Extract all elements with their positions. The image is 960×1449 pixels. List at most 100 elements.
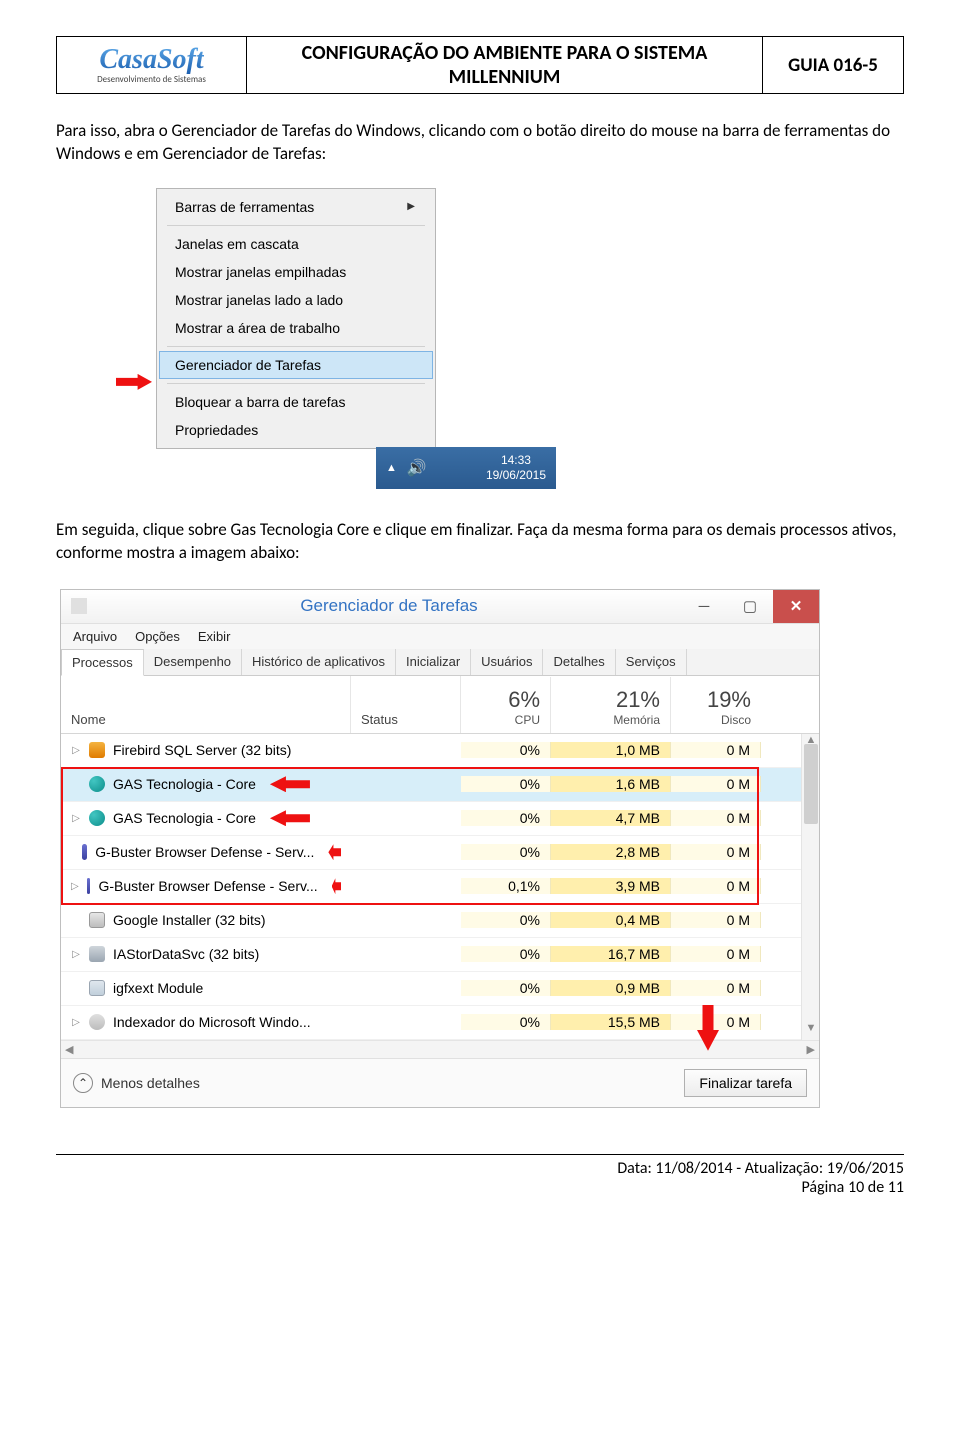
context-menu-item[interactable]: Gerenciador de Tarefas: [159, 351, 433, 379]
paragraph-2: Em seguida, clique sobre Gas Tecnologia …: [56, 519, 904, 565]
tab[interactable]: Usuários: [471, 649, 543, 675]
tab[interactable]: Detalhes: [543, 649, 615, 675]
process-icon: [82, 844, 87, 860]
process-icon: [89, 810, 105, 826]
cpu-percent: 6%: [471, 687, 540, 713]
context-menu-item[interactable]: Mostrar janelas lado a lado: [159, 286, 433, 314]
process-memory: 1,0 MB: [551, 742, 671, 758]
arrow-left-icon: [270, 776, 310, 792]
chevron-up-icon: ⌃: [73, 1073, 93, 1093]
tray-clock: 14:33 19/06/2015: [486, 453, 546, 482]
process-disk: 0 M: [671, 912, 761, 928]
menu-item[interactable]: Exibir: [198, 629, 231, 644]
context-menu-label: Bloquear a barra de tarefas: [175, 394, 345, 410]
logo-word: CasaSoft: [99, 46, 203, 74]
process-row[interactable]: igfxext Module0%0,9 MB0 M: [61, 972, 819, 1006]
process-cpu: 0%: [461, 776, 551, 792]
context-menu-label: Mostrar janelas empilhadas: [175, 264, 346, 280]
context-menu-figure: Barras de ferramentas▶ Janelas em cascata…: [156, 188, 556, 489]
expand-icon[interactable]: ▷: [71, 949, 81, 960]
speaker-icon: 🔊: [407, 458, 427, 478]
process-cpu: 0,1%: [461, 878, 551, 894]
process-icon: [89, 1014, 105, 1030]
process-disk: 0 M: [671, 946, 761, 962]
context-menu-item[interactable]: Barras de ferramentas▶: [159, 193, 433, 221]
tab[interactable]: Processos: [61, 649, 144, 676]
process-cpu: 0%: [461, 946, 551, 962]
process-disk: 0 M: [671, 742, 761, 758]
maximize-button[interactable]: ▢: [727, 590, 773, 623]
window-footer: ⌃ Menos detalhes Finalizar tarefa: [61, 1058, 819, 1107]
scroll-left-icon[interactable]: ◀: [65, 1043, 73, 1056]
tab[interactable]: Desempenho: [144, 649, 242, 675]
process-name: GAS Tecnologia - Core: [113, 776, 256, 792]
tray-chevron-icon: ▲: [386, 462, 397, 474]
process-row[interactable]: ▷ Firebird SQL Server (32 bits) 0%1,0 MB0 …: [61, 734, 819, 768]
process-name: Firebird SQL Server (32 bits): [113, 742, 291, 758]
process-disk: 0 M: [671, 878, 761, 894]
context-menu-label: Gerenciador de Tarefas: [175, 357, 321, 373]
submenu-icon: ▶: [407, 201, 415, 212]
process-disk: 0 M: [671, 844, 761, 860]
tab[interactable]: Histórico de aplicativos: [242, 649, 396, 675]
context-menu-item[interactable]: Propriedades: [159, 416, 433, 444]
process-memory: 0,4 MB: [551, 912, 671, 928]
context-menu-item[interactable]: Mostrar a área de trabalho: [159, 314, 433, 342]
arrow-icon: [116, 374, 152, 390]
logo-cell: CasaSoft Desenvolvimento de Sistemas: [57, 37, 247, 93]
scroll-thumb[interactable]: [804, 744, 818, 824]
expand-icon[interactable]: ▷: [71, 745, 81, 756]
col-status[interactable]: Status: [361, 712, 450, 727]
column-headers: Nome Status 6% CPU 21% Memória 19% Disco: [61, 676, 819, 734]
process-disk: 0 M: [671, 1014, 761, 1030]
process-cpu: 0%: [461, 810, 551, 826]
process-row[interactable]: G-Buster Browser Defense - Serv...0%2,8 …: [61, 836, 819, 870]
process-row[interactable]: ▷GAS Tecnologia - Core0%4,7 MB0 M: [61, 802, 819, 836]
expand-icon[interactable]: ▷: [71, 881, 79, 892]
mem-percent: 21%: [561, 687, 660, 713]
process-cpu: 0%: [461, 1014, 551, 1030]
tab[interactable]: Inicializar: [396, 649, 471, 675]
context-menu-item[interactable]: Bloquear a barra de tarefas: [159, 388, 433, 416]
context-menu-label: Propriedades: [175, 422, 258, 438]
tab[interactable]: Serviços: [616, 649, 687, 675]
scroll-right-icon[interactable]: ▶: [807, 1043, 815, 1056]
end-task-button[interactable]: Finalizar tarefa: [684, 1069, 807, 1097]
vertical-scrollbar[interactable]: ▲ ▼: [801, 734, 819, 1040]
process-memory: 16,7 MB: [551, 946, 671, 962]
context-menu-item[interactable]: Mostrar janelas empilhadas: [159, 258, 433, 286]
menubar: Arquivo Opções Exibir: [61, 624, 819, 649]
col-disk[interactable]: Disco: [681, 713, 751, 727]
expand-icon[interactable]: ▷: [71, 813, 81, 824]
process-cpu: 0%: [461, 742, 551, 758]
process-row[interactable]: Google Installer (32 bits)0%0,4 MB0 M: [61, 904, 819, 938]
process-name: IAStorDataSvc (32 bits): [113, 946, 259, 962]
logo-subtitle: Desenvolvimento de Sistemas: [97, 74, 206, 85]
doc-title: CONFIGURAÇÃO DO AMBIENTE PARA O SISTEMA …: [247, 37, 763, 93]
context-menu-label: Mostrar janelas lado a lado: [175, 292, 343, 308]
col-cpu[interactable]: CPU: [471, 713, 540, 727]
col-name[interactable]: Nome: [71, 712, 340, 727]
scroll-down-icon[interactable]: ▼: [802, 1022, 820, 1040]
process-icon: [89, 980, 105, 996]
process-cpu: 0%: [461, 844, 551, 860]
menu-item[interactable]: Arquivo: [73, 629, 117, 644]
footer-line-2: Página 10 de 11: [56, 1178, 904, 1197]
system-tray: ▲ 🔊 14:33 19/06/2015: [376, 447, 556, 489]
close-button[interactable]: ✕: [773, 590, 819, 623]
process-row[interactable]: ▷G-Buster Browser Defense - Serv...0,1%3…: [61, 870, 819, 904]
process-row[interactable]: GAS Tecnologia - Core0%1,6 MB0 M: [61, 768, 819, 802]
context-menu-item[interactable]: Janelas em cascata: [159, 230, 433, 258]
process-row[interactable]: ▷ IAStorDataSvc (32 bits) 0%16,7 MB0 M: [61, 938, 819, 972]
process-disk: 0 M: [671, 776, 761, 792]
col-memory[interactable]: Memória: [561, 713, 660, 727]
process-cpu: 0%: [461, 980, 551, 996]
tab-strip: ProcessosDesempenhoHistórico de aplicati…: [61, 649, 819, 676]
menu-item[interactable]: Opções: [135, 629, 180, 644]
process-name: GAS Tecnologia - Core: [113, 810, 256, 826]
fewer-details-link[interactable]: ⌃ Menos detalhes: [73, 1073, 200, 1093]
expand-icon[interactable]: ▷: [71, 1017, 81, 1028]
minimize-button[interactable]: ─: [681, 590, 727, 623]
process-icon: [89, 776, 105, 792]
process-memory: 4,7 MB: [551, 810, 671, 826]
